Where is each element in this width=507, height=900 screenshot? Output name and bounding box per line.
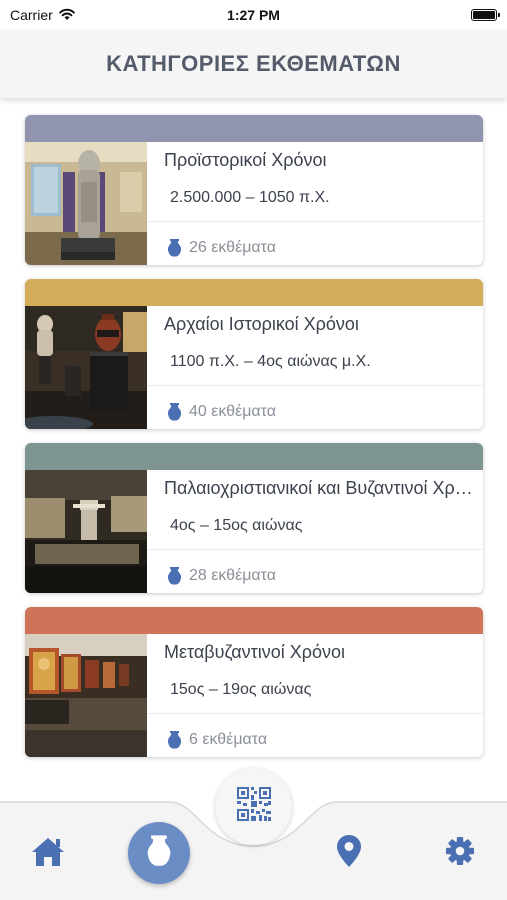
category-title: Αρχαίοι Ιστορικοί Χρόνοι — [164, 314, 359, 334]
app-screen: Carrier 1:27 PM ΚΑΤΗΓΟΡΙΕΣ ΕΚΘΕΜΑΤΩΝ Προ… — [0, 0, 507, 900]
category-period: 1100 π.Χ. – 4ος αιώνας μ.Χ. — [170, 353, 371, 370]
category-thumbnail — [25, 470, 147, 593]
category-period: 15ος – 19ος αιώνας — [170, 681, 312, 698]
vase-icon — [167, 731, 182, 749]
vase-icon — [167, 403, 182, 421]
category-color-band — [25, 607, 483, 634]
category-thumbnail — [25, 306, 147, 429]
category-thumbnail — [25, 142, 147, 265]
divider — [147, 221, 483, 222]
status-right — [367, 9, 500, 21]
status-time: 1:27 PM — [227, 7, 280, 23]
page-title: ΚΑΤΗΓΟΡΙΕΣ ΕΚΘΕΜΑΤΩΝ — [106, 51, 401, 76]
category-body: Παλαιοχριστιανικοί και Βυζαντινοί Χρόνοι… — [147, 470, 483, 593]
divider — [147, 549, 483, 550]
divider — [147, 385, 483, 386]
qr-code-icon — [236, 787, 271, 826]
location-pin-icon — [337, 834, 361, 872]
category-card-prehistoric[interactable]: Προϊστορικοί Χρόνοι 2.500.000 – 1050 π.Χ… — [25, 115, 483, 265]
category-period: 4ος – 15ος αιώνας — [170, 517, 303, 534]
exhibit-count-label: 26 εκθέματα — [189, 239, 277, 256]
bottom-nav — [0, 768, 507, 900]
exhibit-count: 26 εκθέματα — [167, 239, 276, 257]
category-card-ancient-historic[interactable]: Αρχαίοι Ιστορικοί Χρόνοι 1100 π.Χ. – 4ος… — [25, 279, 483, 429]
divider — [147, 713, 483, 714]
category-color-band — [25, 443, 483, 470]
category-period: 2.500.000 – 1050 π.Χ. — [170, 189, 330, 206]
exhibits-button[interactable] — [128, 822, 190, 884]
status-bar: Carrier 1:27 PM — [0, 0, 507, 30]
exhibit-count: 28 εκθέματα — [167, 567, 276, 585]
status-left: Carrier — [10, 7, 140, 24]
category-thumbnail — [25, 634, 147, 757]
vase-icon — [146, 834, 172, 872]
exhibit-count: 6 εκθέματα — [167, 731, 267, 749]
battery-icon — [470, 9, 500, 21]
map-button[interactable] — [334, 834, 364, 872]
category-body: Προϊστορικοί Χρόνοι 2.500.000 – 1050 π.Χ… — [147, 142, 483, 265]
category-title: Μεταβυζαντινοί Χρόνοι — [164, 642, 346, 662]
header: ΚΑΤΗΓΟΡΙΕΣ ΕΚΘΕΜΑΤΩΝ — [0, 30, 507, 98]
home-icon — [30, 836, 66, 873]
category-card-byzantine[interactable]: Παλαιοχριστιανικοί και Βυζαντινοί Χρόνοι… — [25, 443, 483, 593]
category-list: Προϊστορικοί Χρόνοι 2.500.000 – 1050 π.Χ… — [25, 115, 483, 771]
gear-icon — [445, 836, 475, 871]
home-button[interactable] — [28, 836, 68, 872]
category-color-band — [25, 279, 483, 306]
exhibit-count-label: 40 εκθέματα — [189, 403, 277, 420]
qr-scan-button[interactable] — [215, 768, 292, 845]
category-card-post-byzantine[interactable]: Μεταβυζαντινοί Χρόνοι 15ος – 19ος αιώνας… — [25, 607, 483, 757]
category-title: Προϊστορικοί Χρόνοι — [164, 150, 327, 170]
vase-icon — [167, 239, 182, 257]
exhibit-count-label: 28 εκθέματα — [189, 567, 277, 584]
settings-button[interactable] — [443, 836, 477, 870]
wifi-icon — [58, 7, 76, 24]
category-color-band — [25, 115, 483, 142]
category-body: Αρχαίοι Ιστορικοί Χρόνοι 1100 π.Χ. – 4ος… — [147, 306, 483, 429]
category-body: Μεταβυζαντινοί Χρόνοι 15ος – 19ος αιώνας… — [147, 634, 483, 757]
exhibit-count-label: 6 εκθέματα — [189, 731, 268, 748]
exhibit-count: 40 εκθέματα — [167, 403, 276, 421]
carrier-label: Carrier — [10, 7, 53, 23]
category-title: Παλαιοχριστιανικοί και Βυζαντινοί Χρόνοι — [164, 478, 473, 498]
vase-icon — [167, 567, 182, 585]
